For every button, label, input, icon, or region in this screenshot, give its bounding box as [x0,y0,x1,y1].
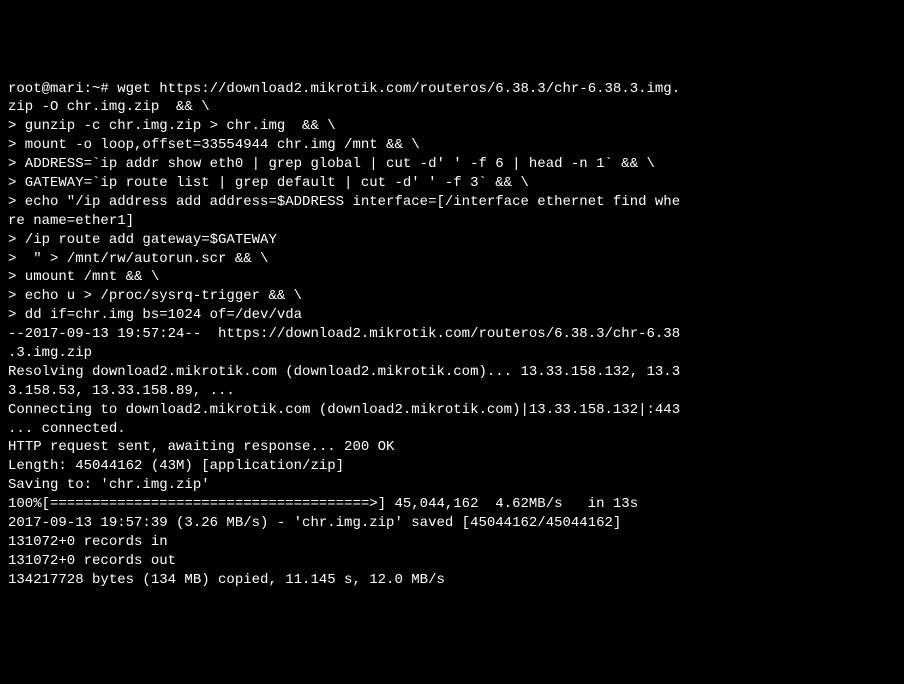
terminal-line: Connecting to download2.mikrotik.com (do… [8,401,896,420]
terminal-line: > GATEWAY=`ip route list | grep default … [8,174,896,193]
terminal-line: .3.img.zip [8,344,896,363]
terminal-line: 3.158.53, 13.33.158.89, ... [8,382,896,401]
terminal-line: Resolving download2.mikrotik.com (downlo… [8,363,896,382]
terminal-line: zip -O chr.img.zip && \ [8,98,896,117]
terminal-line: 131072+0 records out [8,552,896,571]
terminal-line: 2017-09-13 19:57:39 (3.26 MB/s) - 'chr.i… [8,514,896,533]
terminal-line: root@mari:~# wget https://download2.mikr… [8,80,896,99]
terminal-line: > dd if=chr.img bs=1024 of=/dev/vda [8,306,896,325]
terminal-line: > echo u > /proc/sysrq-trigger && \ [8,287,896,306]
terminal-line: HTTP request sent, awaiting response... … [8,438,896,457]
terminal-line: --2017-09-13 19:57:24-- https://download… [8,325,896,344]
terminal-line: 131072+0 records in [8,533,896,552]
terminal-line: Saving to: 'chr.img.zip' [8,476,896,495]
terminal-line: > ADDRESS=`ip addr show eth0 | grep glob… [8,155,896,174]
terminal-line: > umount /mnt && \ [8,268,896,287]
terminal-line: > " > /mnt/rw/autorun.scr && \ [8,250,896,269]
terminal-line: > /ip route add gateway=$GATEWAY [8,231,896,250]
terminal-line: re name=ether1] [8,212,896,231]
terminal-line: > gunzip -c chr.img.zip > chr.img && \ [8,117,896,136]
terminal-line: > mount -o loop,offset=33554944 chr.img … [8,136,896,155]
terminal-output[interactable]: root@mari:~# wget https://download2.mikr… [8,80,896,590]
terminal-line: Length: 45044162 (43M) [application/zip] [8,457,896,476]
terminal-line: ... connected. [8,420,896,439]
terminal-line: 100%[===================================… [8,495,896,514]
terminal-line: > echo "/ip address add address=$ADDRESS… [8,193,896,212]
